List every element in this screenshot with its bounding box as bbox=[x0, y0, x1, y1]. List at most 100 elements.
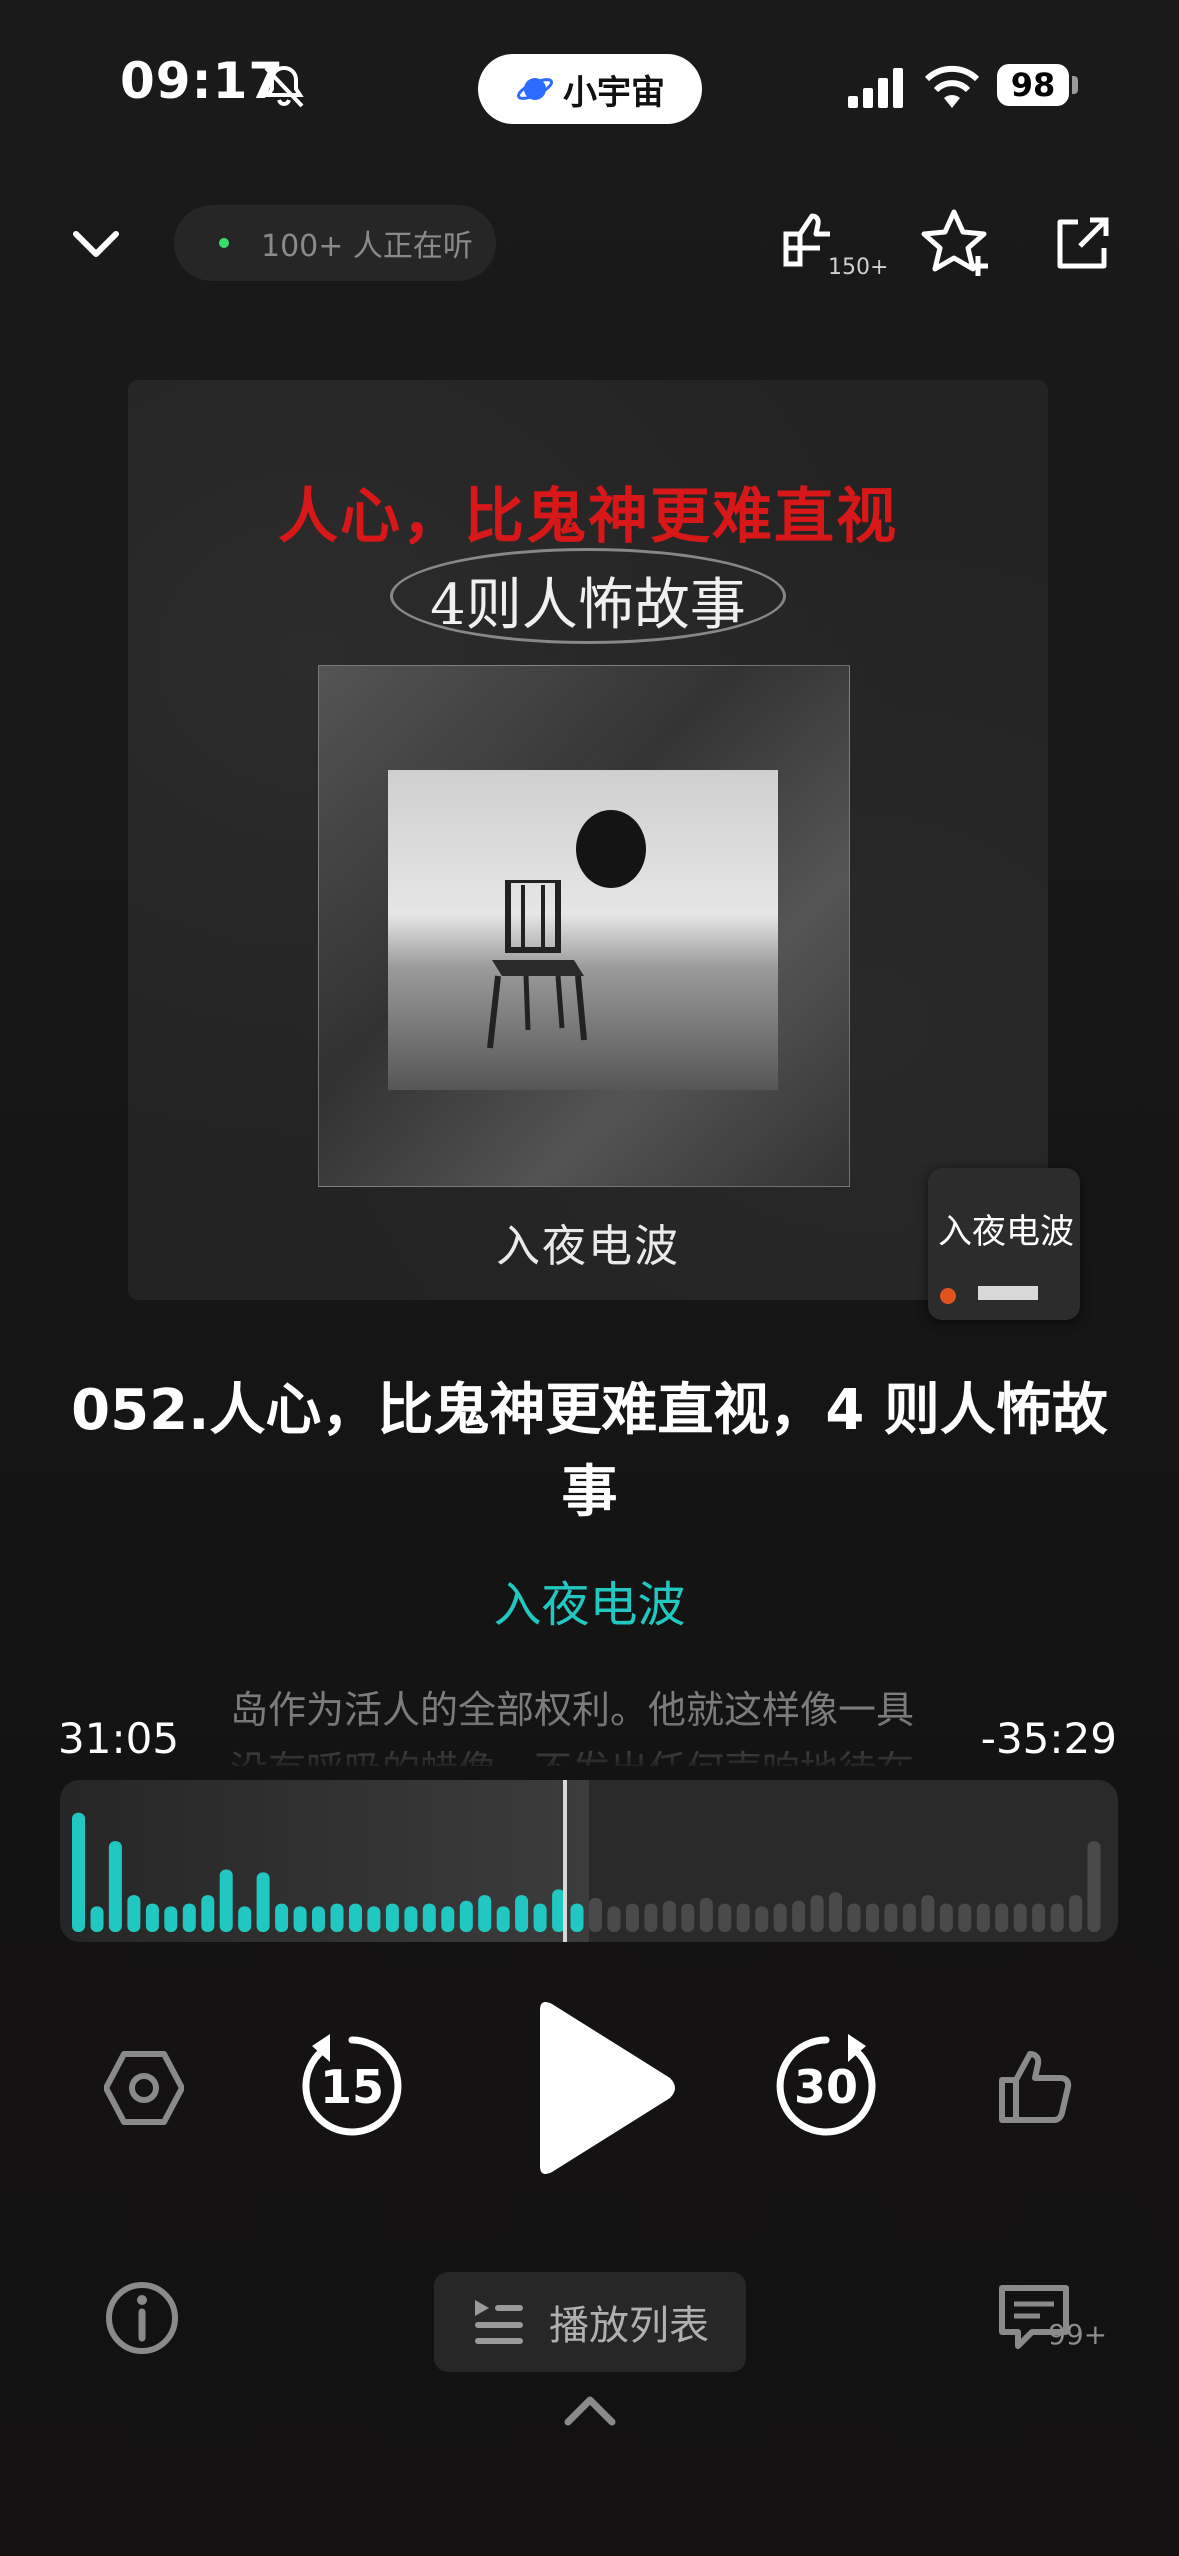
play-icon[interactable] bbox=[530, 1998, 680, 2178]
hexagon-gear-icon[interactable] bbox=[104, 2050, 184, 2126]
waveform-bar bbox=[958, 1903, 972, 1932]
episode-title: 052.人心，比鬼神更难直视，4 则人怖故事 bbox=[71, 1378, 1108, 1525]
waveform-bar bbox=[164, 1906, 178, 1932]
waveform-bar bbox=[441, 1906, 455, 1932]
waveform-bar bbox=[459, 1900, 473, 1932]
cover-art: 人心，比鬼神更难直视 4则人怖故事 入夜电波 bbox=[128, 380, 1048, 1300]
chevron-up-icon[interactable] bbox=[562, 2392, 618, 2428]
waveform-bar bbox=[589, 1897, 602, 1932]
skip-back-label: 15 bbox=[319, 2060, 384, 2114]
wifi-icon bbox=[924, 65, 980, 108]
playlist-label: 播放列表 bbox=[549, 2303, 709, 2349]
waveform-bar bbox=[275, 1903, 289, 1932]
waveform-bar bbox=[625, 1903, 639, 1932]
waveform-bar bbox=[921, 1895, 935, 1932]
waveform-bar bbox=[515, 1895, 529, 1932]
waveform-bar bbox=[349, 1903, 362, 1932]
waveform-bar bbox=[201, 1895, 215, 1932]
listeners-label: 100+ 人正在听 bbox=[261, 229, 473, 264]
waveform-bar bbox=[1050, 1903, 1064, 1932]
waveform-bar bbox=[145, 1903, 159, 1932]
waveform-bar bbox=[478, 1895, 492, 1932]
chevron-down-icon[interactable] bbox=[70, 222, 122, 266]
star-add-icon[interactable] bbox=[920, 206, 994, 278]
waveform-bar bbox=[662, 1900, 676, 1932]
transcript-line: 没有呼吸的蜡像，不发出任何声响地待在 bbox=[230, 1740, 950, 1766]
remaining-time: -35:29 bbox=[980, 1714, 1117, 1763]
waveform-bar bbox=[810, 1895, 824, 1932]
listeners-badge: 100+ 人正在听 bbox=[174, 205, 496, 281]
bell-slash-icon bbox=[264, 65, 304, 108]
app-pill[interactable]: 小宇宙 bbox=[478, 54, 702, 124]
waveform-bar bbox=[939, 1903, 953, 1932]
planet-icon bbox=[516, 78, 554, 100]
waveform-bar bbox=[1013, 1903, 1027, 1932]
waveform-bar bbox=[219, 1869, 233, 1932]
waveform-bar bbox=[736, 1903, 750, 1932]
waveform-bar bbox=[127, 1895, 141, 1932]
waveform-bar bbox=[367, 1906, 381, 1932]
cover-ink-blot bbox=[576, 810, 646, 888]
waveform-bar bbox=[108, 1841, 122, 1932]
waveform-bar bbox=[699, 1897, 713, 1932]
podcast-thumbnail-bar bbox=[978, 1286, 1038, 1300]
waveform-bar bbox=[570, 1903, 584, 1932]
waveform-bar bbox=[792, 1900, 806, 1932]
transcript-line: 岛作为活人的全部权利。他就这样像一具 bbox=[230, 1688, 915, 1732]
waveform-bar bbox=[422, 1903, 436, 1932]
waveform-bar bbox=[293, 1906, 307, 1932]
waveform-bar bbox=[976, 1903, 990, 1932]
waveform-bar bbox=[1032, 1903, 1046, 1932]
playlist-icon bbox=[475, 2300, 523, 2344]
waveform-bar bbox=[533, 1903, 547, 1932]
signal-icon bbox=[848, 68, 903, 108]
waveform-bar bbox=[847, 1903, 861, 1932]
thumb-up-icon[interactable] bbox=[996, 2048, 1074, 2126]
waveform-bar bbox=[312, 1906, 325, 1932]
waveform-bar bbox=[404, 1906, 418, 1932]
waveform-bar bbox=[681, 1903, 695, 1932]
share-count: 150+ bbox=[828, 255, 889, 280]
podcast-name[interactable]: 入夜电波 bbox=[0, 1565, 1179, 1635]
waveform-bar bbox=[330, 1903, 344, 1932]
podcast-thumbnail[interactable]: 入夜电波 bbox=[928, 1168, 1080, 1320]
waveform-bar bbox=[1069, 1895, 1083, 1932]
waveform-bar bbox=[607, 1906, 621, 1932]
info-icon[interactable] bbox=[104, 2280, 180, 2356]
chair-illustration bbox=[487, 880, 587, 1049]
live-dot bbox=[219, 238, 229, 248]
cover-headline: 人心，比鬼神更难直视 bbox=[278, 482, 898, 552]
waveform-bar bbox=[385, 1903, 399, 1932]
waveform-bar bbox=[755, 1906, 769, 1932]
skip-forward-label: 30 bbox=[793, 2060, 858, 2114]
cover-subhead: 4则人怖故事 bbox=[430, 573, 746, 638]
waveform-bar bbox=[644, 1903, 658, 1932]
waveform-bar bbox=[238, 1906, 252, 1932]
playhead[interactable] bbox=[563, 1780, 567, 1942]
waveform-bar bbox=[866, 1903, 879, 1932]
waveform-bar bbox=[1087, 1841, 1101, 1932]
waveform-bar bbox=[90, 1906, 104, 1932]
waveform-scrubber[interactable] bbox=[60, 1780, 1118, 1942]
waveform-bar bbox=[256, 1872, 270, 1932]
podcast-thumbnail-dot bbox=[940, 1288, 956, 1304]
waveform-bar bbox=[72, 1812, 85, 1932]
battery-nub bbox=[1072, 76, 1078, 94]
comment-count: 99+ bbox=[1048, 2318, 1108, 2351]
elapsed-time: 31:05 bbox=[58, 1714, 180, 1763]
share-out-icon[interactable] bbox=[1052, 212, 1114, 274]
cover-brand: 入夜电波 bbox=[496, 1221, 680, 1272]
waveform-bar bbox=[902, 1903, 916, 1932]
waveform-bar bbox=[773, 1903, 787, 1932]
waveform-bar bbox=[496, 1906, 510, 1932]
transcript[interactable]: 岛作为活人的全部权利。他就这样像一具 没有呼吸的蜡像，不发出任何声响地待在 bbox=[230, 1680, 950, 1766]
waveform-bar bbox=[829, 1892, 842, 1932]
podcast-thumbnail-text: 入夜电波 bbox=[938, 1212, 1074, 1252]
waveform-bars bbox=[72, 1812, 1101, 1932]
battery-indicator: 98 bbox=[997, 64, 1069, 106]
waveform-bar bbox=[718, 1903, 732, 1932]
waveform-bar bbox=[182, 1903, 196, 1932]
playlist-button[interactable]: 播放列表 bbox=[434, 2272, 746, 2372]
waveform-bar bbox=[995, 1903, 1009, 1932]
app-pill-label: 小宇宙 bbox=[563, 72, 665, 113]
